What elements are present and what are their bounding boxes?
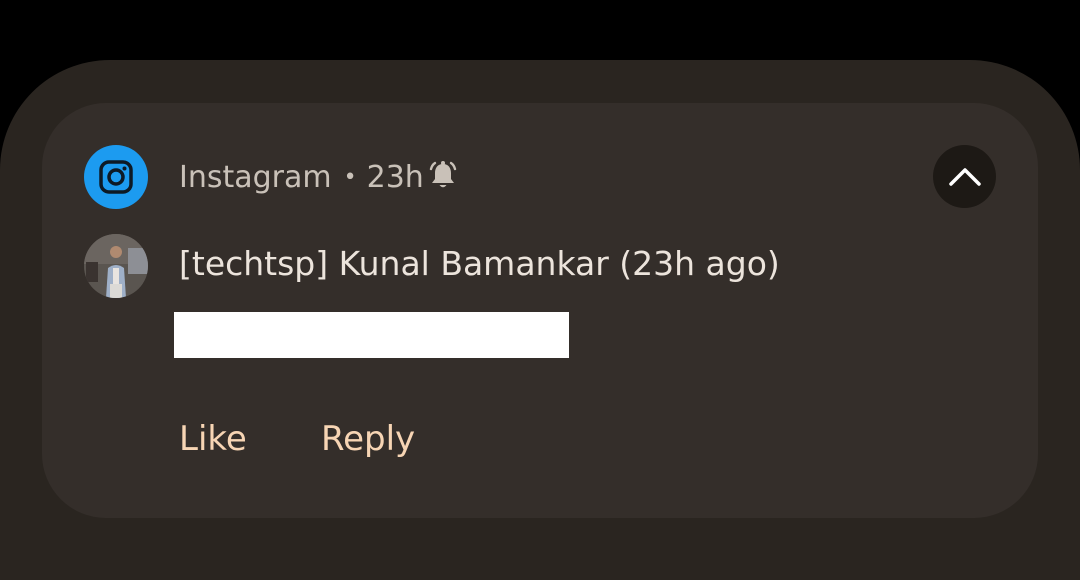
app-name: Instagram — [179, 159, 332, 195]
notification-header: Instagram • 23h — [179, 155, 424, 199]
avatar — [84, 234, 148, 298]
instagram-icon — [84, 145, 148, 209]
chevron-up-icon — [948, 167, 981, 186]
separator-dot: • — [343, 164, 357, 190]
reply-button[interactable]: Reply — [321, 414, 415, 464]
bell-alert-icon — [428, 160, 458, 192]
notification-time: 23h — [366, 159, 424, 195]
like-button[interactable]: Like — [179, 414, 247, 464]
redacted-message-text — [174, 312, 569, 358]
collapse-button[interactable] — [933, 145, 996, 208]
message-sender: [techtsp] Kunal Bamankar (23h ago) — [179, 243, 780, 283]
